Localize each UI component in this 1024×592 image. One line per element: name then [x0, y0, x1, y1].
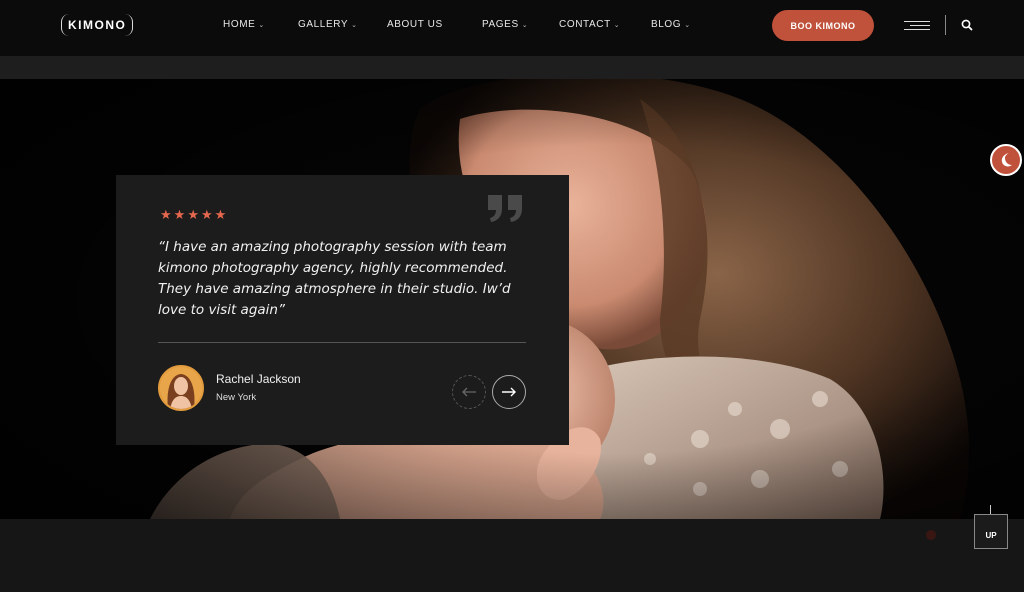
next-testimonial-button[interactable]	[492, 375, 526, 409]
logo-text: KIMONO	[68, 18, 127, 32]
star-icon: ★	[214, 207, 227, 222]
nav-item-label: ABOUT US	[387, 19, 443, 30]
star-icon: ★	[200, 207, 213, 222]
nav-item-label: HOME	[223, 19, 256, 30]
chevron-down-icon: ⌄	[684, 21, 691, 29]
testimonial-quote: “I have an amazing photography session w…	[158, 239, 511, 318]
testimonial-card: ★ ★ ★ ★ ★ “I have an amazing photography…	[116, 175, 569, 445]
search-icon[interactable]	[960, 18, 974, 32]
chevron-down-icon: ⌄	[521, 21, 529, 29]
moon-icon	[1001, 153, 1012, 167]
indicator-dot	[926, 530, 936, 540]
author-location: New York	[216, 392, 257, 403]
nav-item-home[interactable]: HOME ⌄	[223, 19, 265, 30]
nav-item-label: PAGES	[482, 19, 519, 30]
avatar-image	[160, 367, 202, 409]
nav-item-pages[interactable]: PAGES ⌄	[482, 19, 528, 30]
chevron-down-icon: ⌄	[258, 21, 265, 29]
author-name: Rachel Jackson	[216, 372, 301, 386]
nav-item-gallery[interactable]: GALLERY ⌄	[298, 19, 358, 30]
nav-item-label: CONTACT	[559, 19, 611, 30]
site-logo[interactable]: KIMONO	[61, 14, 134, 36]
book-button[interactable]: BOO KIMONO	[772, 10, 874, 41]
scroll-up-button[interactable]: UP	[974, 514, 1008, 549]
header-spacer-strip	[0, 56, 1024, 79]
quote-mark-icon	[488, 195, 522, 222]
chevron-down-icon: ⌄	[613, 21, 621, 29]
testimonial-divider	[158, 342, 526, 343]
hamburger-icon[interactable]	[902, 19, 930, 31]
chevron-down-icon: ⌄	[351, 21, 358, 29]
bottom-section	[0, 519, 1024, 592]
arrow-left-icon	[462, 387, 476, 397]
nav-item-about-us[interactable]: ABOUT US	[387, 19, 443, 30]
nav-item-blog[interactable]: BLOG ⌄	[651, 19, 691, 30]
nav-item-contact[interactable]: CONTACT ⌄	[559, 19, 620, 30]
avatar	[158, 365, 204, 411]
header-divider	[945, 15, 946, 35]
star-icon: ★	[187, 207, 199, 222]
theme-toggle-button[interactable]	[990, 144, 1022, 176]
star-icon: ★	[160, 207, 172, 222]
arrow-right-icon	[502, 387, 516, 397]
nav-item-label: BLOG	[651, 19, 682, 30]
top-navigation-bar: KIMONO HOME ⌄ GALLERY ⌄ ABOUT US PAGES ⌄ CO…	[0, 0, 1024, 56]
nav-item-label: GALLERY	[298, 19, 349, 30]
star-icon: ★	[173, 207, 186, 222]
rating-stars: ★ ★ ★ ★ ★	[160, 208, 226, 221]
previous-testimonial-button[interactable]	[452, 375, 486, 409]
